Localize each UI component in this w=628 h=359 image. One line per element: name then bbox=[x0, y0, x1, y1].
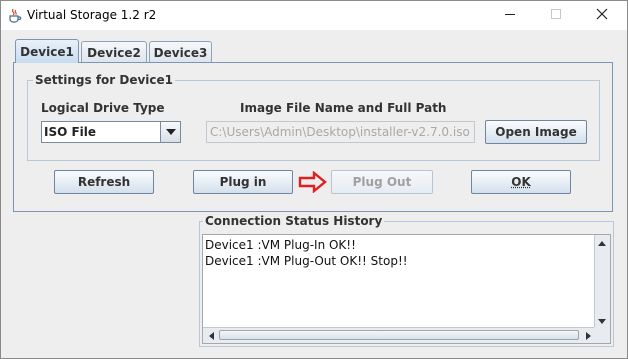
plug-in-button[interactable]: Plug in bbox=[193, 170, 293, 194]
scroll-right-icon[interactable] bbox=[581, 329, 595, 343]
close-button[interactable] bbox=[579, 1, 625, 30]
connection-history-title: Connection Status History bbox=[203, 214, 385, 228]
minimize-icon bbox=[504, 8, 516, 23]
open-image-button[interactable]: Open Image bbox=[485, 120, 587, 144]
image-path-field[interactable]: C:\Users\Admin\Desktop\installer-v2.7.0.… bbox=[206, 121, 475, 143]
ok-button-label: OK bbox=[511, 175, 531, 189]
close-icon bbox=[596, 8, 608, 23]
tab-device1[interactable]: Device1 bbox=[15, 39, 79, 63]
image-path-label: Image File Name and Full Path bbox=[240, 101, 447, 115]
scroll-down-icon[interactable] bbox=[595, 314, 609, 328]
tab-device3[interactable]: Device3 bbox=[149, 41, 212, 63]
refresh-button[interactable]: Refresh bbox=[54, 170, 154, 194]
scroll-up-icon[interactable] bbox=[595, 236, 609, 250]
tab-device2[interactable]: Device2 bbox=[81, 41, 147, 63]
maximize-icon bbox=[550, 8, 562, 23]
vertical-scrollbar[interactable] bbox=[594, 235, 610, 329]
connection-history-group: Connection Status History Device1 :VM Pl… bbox=[199, 214, 614, 347]
app-window: Virtual Storage 1.2 r2 Device1 Device2 D… bbox=[0, 0, 628, 359]
horizontal-scrollbar[interactable] bbox=[203, 327, 596, 343]
log-line: Device1 :VM Plug-Out OK!! Stop!! bbox=[205, 254, 408, 268]
maximize-button[interactable] bbox=[533, 1, 579, 30]
settings-group-title: Settings for Device1 bbox=[33, 73, 176, 87]
horizontal-scroll-thumb[interactable] bbox=[219, 330, 579, 340]
drive-type-label: Logical Drive Type bbox=[41, 101, 165, 115]
drive-type-value: ISO File bbox=[44, 125, 97, 139]
chevron-down-icon[interactable] bbox=[160, 122, 180, 142]
ok-button[interactable]: OK bbox=[471, 170, 571, 194]
plug-out-button[interactable]: Plug Out bbox=[331, 170, 433, 194]
scroll-left-icon[interactable] bbox=[204, 329, 218, 343]
scrollbar-corner bbox=[594, 327, 610, 343]
title-bar[interactable]: Virtual Storage 1.2 r2 bbox=[1, 1, 627, 30]
log-line: Device1 :VM Plug-In OK!! bbox=[205, 238, 356, 252]
java-cup-icon bbox=[7, 7, 22, 23]
window-title: Virtual Storage 1.2 r2 bbox=[27, 8, 157, 22]
minimize-button[interactable] bbox=[487, 1, 533, 30]
drive-type-select[interactable]: ISO File bbox=[41, 121, 181, 143]
right-arrow-icon bbox=[298, 170, 328, 194]
connection-history-log[interactable]: Device1 :VM Plug-In OK!! Device1 :VM Plu… bbox=[202, 234, 611, 344]
